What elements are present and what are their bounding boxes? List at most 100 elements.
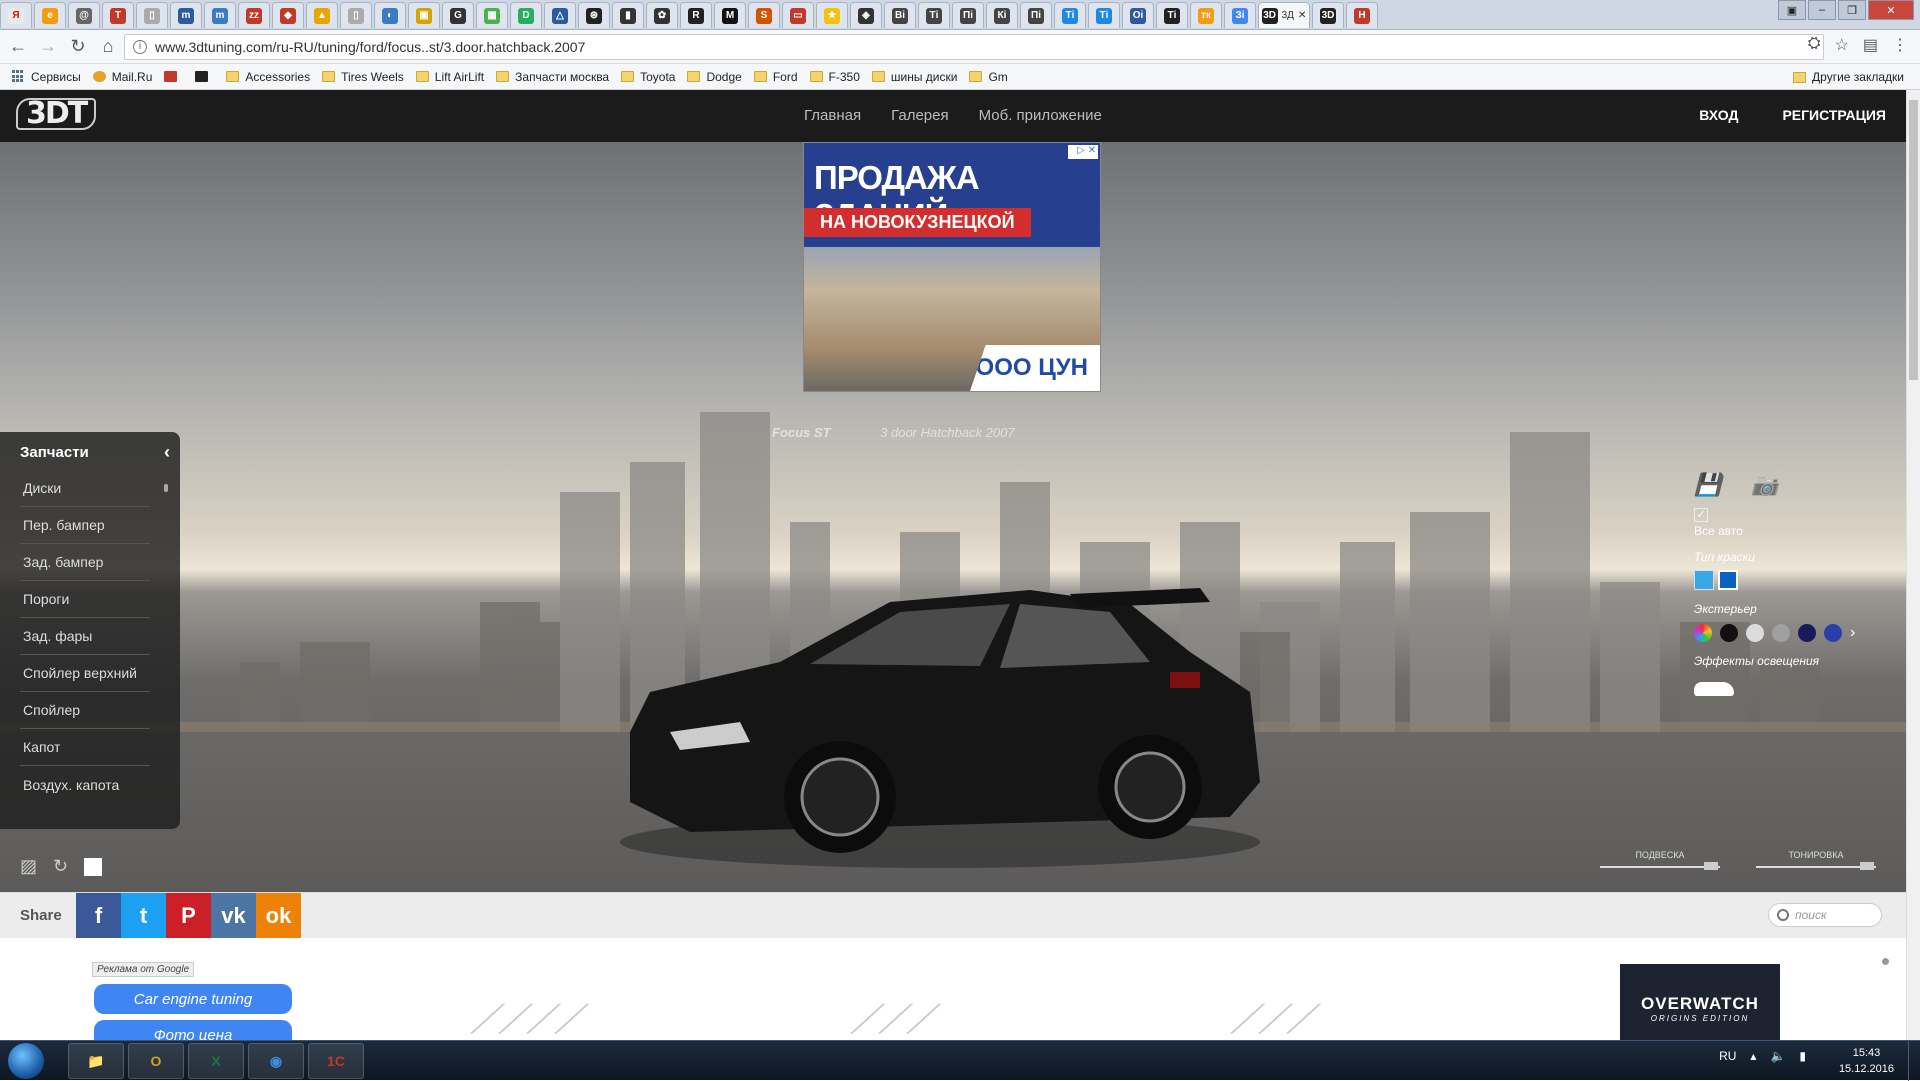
white-background-button[interactable] [84,857,103,876]
bookmark-item[interactable] [164,71,183,82]
user-icon[interactable]: ▣ [1778,0,1806,20]
browser-tab[interactable]: тк [1190,2,1222,28]
browser-tab[interactable]: ✿ [646,2,678,28]
share-button[interactable]: ok [256,893,301,939]
browser-tab[interactable]: Тi [1156,2,1188,28]
bookmark-item[interactable]: Lift AirLift [415,70,484,84]
browser-tab[interactable]: ⊛ [578,2,610,28]
browser-tab[interactable]: Тi [918,2,950,28]
color-swatch[interactable] [1746,624,1764,642]
site-logo[interactable]: 3DT [16,98,97,130]
part-item[interactable]: Диски [20,470,150,507]
save-icon[interactable]: 💾 [1694,472,1721,498]
browser-tab[interactable]: ▣ [408,2,440,28]
color-swatch[interactable] [1720,624,1738,642]
browser-tab[interactable]: e [34,2,66,28]
browser-tab[interactable]: Вi [884,2,916,28]
collapse-chevron-icon[interactable]: ‹ [164,442,170,463]
taskbar-app-icon[interactable]: X [188,1043,244,1079]
ad-link-engine-tuning[interactable]: Car engine tuning [94,984,292,1014]
browser-tab[interactable]: Оi [1122,2,1154,28]
start-button[interactable] [8,1043,44,1079]
ad-info-dot[interactable] [1882,958,1889,965]
tint-track[interactable] [1756,862,1876,870]
part-item[interactable]: Капот [20,729,150,766]
suspension-track[interactable] [1600,862,1720,870]
close-window-button[interactable]: ✕ [1868,0,1914,20]
suspension-slider[interactable]: ПОДВЕСКА [1600,850,1720,870]
scrollbar-thumb[interactable] [1909,100,1918,380]
reload-button[interactable]: ↻ [66,35,90,59]
nav-link[interactable]: Моб. приложение [979,107,1102,124]
parts-scrollbar[interactable] [164,484,168,492]
nav-link[interactable]: Главная [804,107,861,124]
share-button[interactable]: f [76,893,121,939]
show-desktop-button[interactable] [1908,1041,1920,1081]
home-button[interactable]: ⌂ [96,35,120,59]
color-swatch[interactable] [1694,624,1712,642]
volume-icon[interactable]: 🔈 [1770,1049,1785,1063]
browser-tab[interactable]: ◈ [850,2,882,28]
search-input[interactable]: поиск [1768,903,1882,927]
network-icon[interactable]: ▮ [1799,1049,1806,1063]
google-ads-label[interactable]: Реклама от Google [92,962,195,977]
tint-slider[interactable]: ТОНИРОВКА [1756,850,1876,870]
browser-tab[interactable]: R [680,2,712,28]
part-item[interactable]: Спойлер [20,692,150,729]
browser-tab[interactable]: 3D [1312,2,1344,28]
checkbox-icon[interactable]: ✓ [1694,508,1708,522]
login-link[interactable]: ВХОД [1699,107,1738,123]
part-item[interactable]: Воздух. капота [20,766,150,803]
color-swatch[interactable] [1798,624,1816,642]
language-indicator[interactable]: RU [1719,1049,1736,1063]
close-tab-icon[interactable]: ✕ [1298,10,1306,21]
page-scrollbar[interactable] [1906,90,1920,1040]
browser-tab[interactable]: ▭ [782,2,814,28]
browser-tab[interactable]: ▲ [306,2,338,28]
maximize-button[interactable]: ❐ [1838,0,1866,20]
banner-ad[interactable]: ПРОДАЖА ЗДАНИЙ НА НОВОКУЗНЕЦКОЙ ООО ЦУН … [803,142,1101,392]
other-bookmarks[interactable]: Другие закладки [1793,64,1904,90]
car-light-icon[interactable] [1694,682,1734,696]
all-cars-toggle[interactable]: ✓ Все авто [1694,508,1894,538]
share-button[interactable]: t [121,893,166,939]
paint-type-option[interactable] [1718,570,1738,590]
forward-button[interactable]: → [36,35,60,59]
bookmark-star-icon[interactable]: ☆ [1835,35,1849,55]
part-item[interactable]: Пер. бампер [20,507,150,544]
bookmark-item[interactable]: Gm [969,70,1008,84]
bookmark-item[interactable]: Dodge [687,70,742,84]
minimize-button[interactable]: – [1808,0,1836,20]
browser-tab[interactable]: Кi [986,2,1018,28]
taskbar-app-icon[interactable]: 📁 [68,1043,124,1079]
browser-tab[interactable]: M [714,2,746,28]
car-model[interactable] [610,582,1270,872]
bookmark-item[interactable] [195,71,214,82]
share-button[interactable]: vk [211,893,256,939]
bookmark-item[interactable]: Сервисы [12,70,81,84]
info-icon[interactable]: i [133,40,147,54]
bookmark-item[interactable]: Mail.Ru [92,70,152,84]
camera-icon[interactable]: 📷 [1751,472,1778,498]
browser-tab[interactable]: T [102,2,134,28]
browser-tab[interactable]: m [204,2,236,28]
browser-tab[interactable]: zz [238,2,270,28]
browser-tab[interactable]: Я [0,2,32,28]
browser-tab[interactable]: @ [68,2,100,28]
taskbar-app-icon[interactable]: ◉ [248,1043,304,1079]
part-item[interactable]: Пороги [20,581,150,618]
browser-tab[interactable]: D [510,2,542,28]
nav-link[interactable]: Галерея [891,107,949,124]
taskbar-app-icon[interactable]: O [128,1043,184,1079]
browser-tab[interactable]: S [748,2,780,28]
bookmark-item[interactable]: Accessories [226,70,310,84]
taskbar-app-icon[interactable]: 1С [308,1043,364,1079]
tuning-scene[interactable]: ПРОДАЖА ЗДАНИЙ НА НОВОКУЗНЕЦКОЙ ООО ЦУН … [0,142,1906,892]
bookmark-item[interactable]: Ford [753,70,798,84]
color-swatch[interactable] [1772,624,1790,642]
bookmark-item[interactable]: F-350 [809,70,860,84]
tint-knob[interactable] [1860,862,1874,870]
back-button[interactable]: ← [6,35,30,59]
suspension-knob[interactable] [1704,862,1718,870]
overwatch-ad[interactable]: OVERWATCH ORIGINS EDITION [1620,964,1780,1040]
